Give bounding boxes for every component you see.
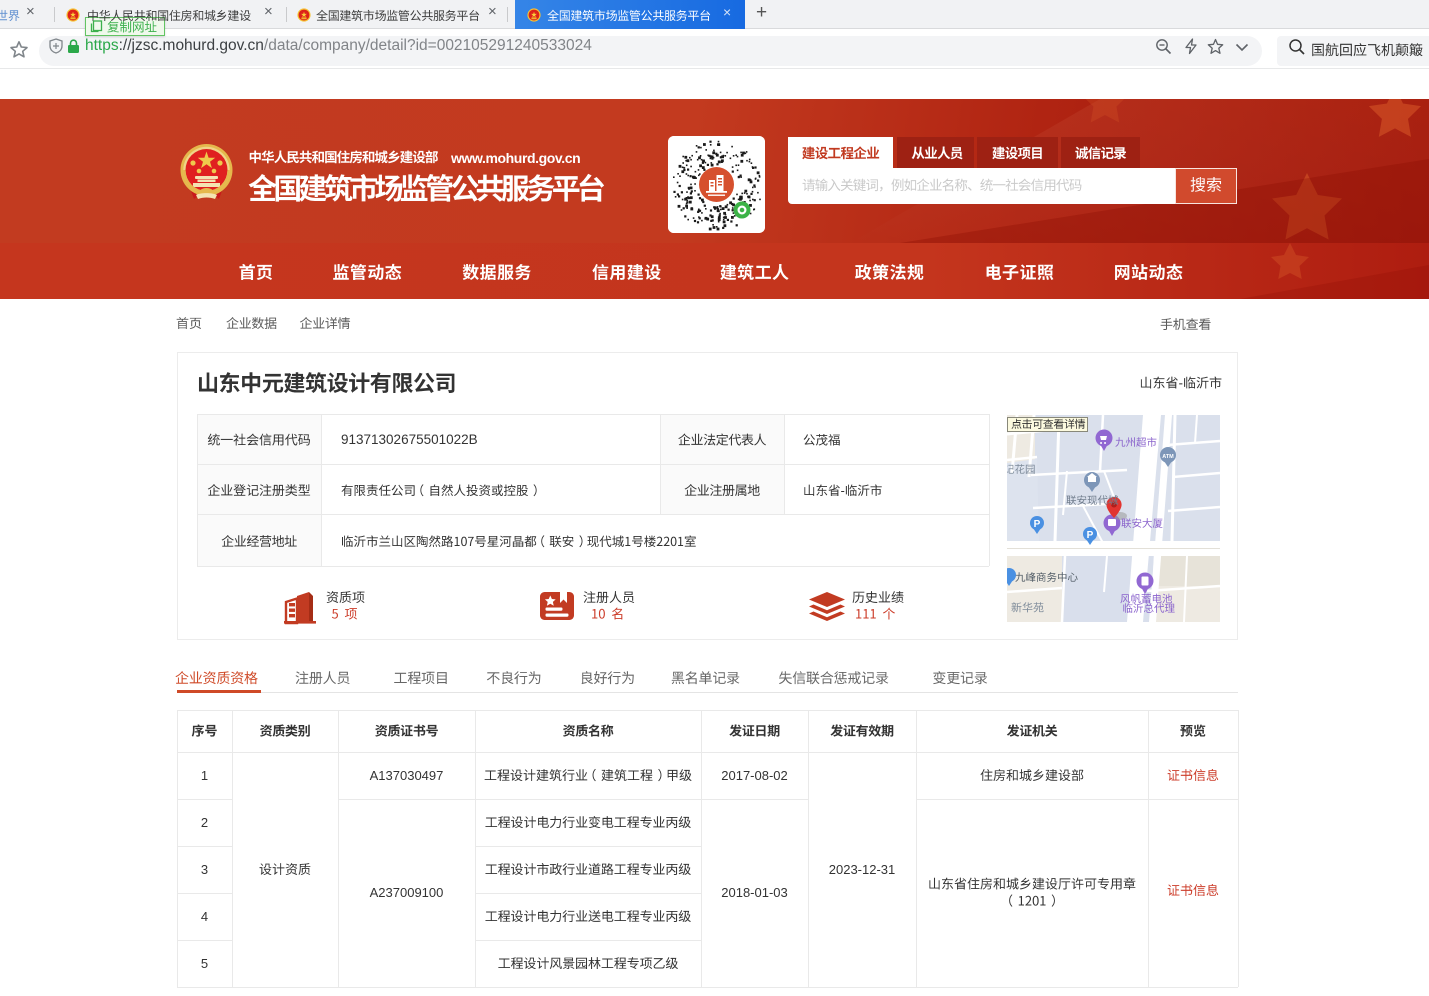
svg-text:P: P bbox=[1087, 530, 1094, 541]
svg-text:P: P bbox=[1034, 519, 1041, 530]
svg-text:ATM: ATM bbox=[1162, 454, 1174, 460]
